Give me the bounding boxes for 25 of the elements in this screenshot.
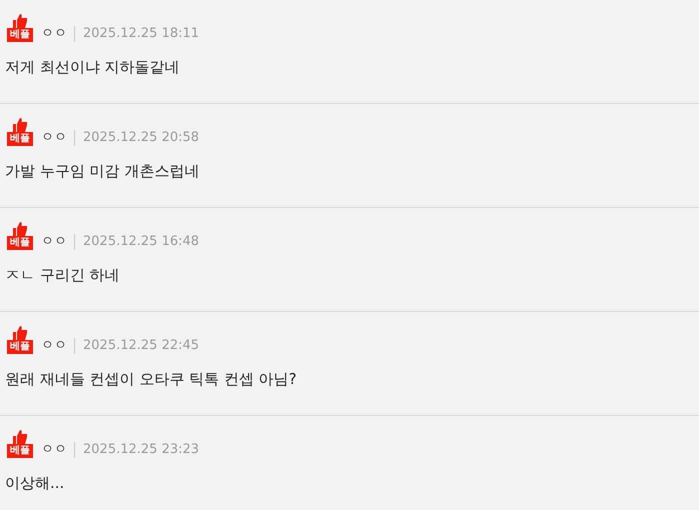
comment-date: 2025.12.25 23:23 xyxy=(74,442,200,458)
best-comment-badge: 베플 xyxy=(7,132,33,146)
best-comment-badge: 베플 xyxy=(7,236,33,250)
comment-text: ㅈㄴ 구리긴 하네 xyxy=(5,266,121,285)
thumbs-up-icon xyxy=(12,222,28,236)
comment-author: ㅇㅇ xyxy=(41,130,67,146)
comment-text: 이상해... xyxy=(5,474,66,493)
thumbs-up-icon xyxy=(12,118,28,132)
comment-author: ㅇㅇ xyxy=(41,338,67,354)
comment-date: 2025.12.25 18:11 xyxy=(74,26,200,42)
thumbs-up-icon xyxy=(12,14,28,28)
thumbs-up-icon xyxy=(12,430,28,444)
comment-text: 가발 누구임 미감 개촌스럽네 xyxy=(5,162,200,181)
comment-date: 2025.12.25 16:48 xyxy=(74,234,200,250)
comment-author: ㅇㅇ xyxy=(41,442,67,458)
best-comment-badge: 베플 xyxy=(7,444,33,458)
comment-text: 원래 재네들 컨셉이 오타쿠 틱톡 컨셉 아님? xyxy=(5,370,298,389)
comment-author: ㅇㅇ xyxy=(41,26,67,42)
best-comment-badge: 베플 xyxy=(7,340,33,354)
comment-text: 저게 최선이냐 지하돌같네 xyxy=(5,58,181,77)
comment-date: 2025.12.25 22:45 xyxy=(74,338,200,354)
best-comment-badge: 베플 xyxy=(7,28,33,42)
comment-date: 2025.12.25 20:58 xyxy=(74,130,200,146)
comment-author: ㅇㅇ xyxy=(41,234,67,250)
thumbs-up-icon xyxy=(12,326,28,340)
